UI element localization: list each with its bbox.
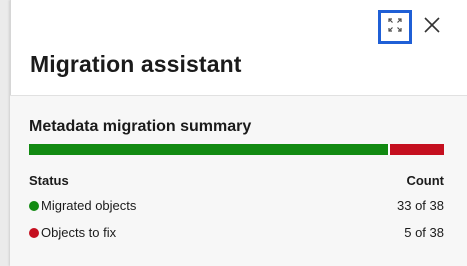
- status-row-migrated: Migrated objects 33 of 38: [29, 196, 444, 216]
- close-button[interactable]: [421, 16, 443, 38]
- summary-title: Metadata migration summary: [29, 118, 252, 135]
- status-row-count: 33 of 38: [397, 198, 444, 213]
- expand-button[interactable]: [378, 10, 412, 44]
- expand-icon: [387, 17, 403, 38]
- status-dot-red-icon: [29, 228, 39, 238]
- status-row-to-fix: Objects to fix 5 of 38: [29, 223, 444, 243]
- panel-title: Migration assistant: [30, 51, 242, 77]
- count-column-header: Count: [406, 173, 444, 188]
- progress-to-fix-segment: [390, 144, 444, 155]
- metadata-summary-section: Metadata migration summary Status Count …: [10, 96, 467, 266]
- status-column-header: Status: [29, 173, 69, 188]
- migration-progress-bar: [29, 144, 444, 155]
- close-icon: [423, 16, 441, 39]
- progress-migrated-segment: [29, 144, 388, 155]
- status-dot-green-icon: [29, 201, 39, 211]
- status-row-label: Migrated objects: [41, 198, 137, 213]
- status-row-label: Objects to fix: [41, 225, 117, 240]
- status-row-count: 5 of 38: [404, 225, 444, 240]
